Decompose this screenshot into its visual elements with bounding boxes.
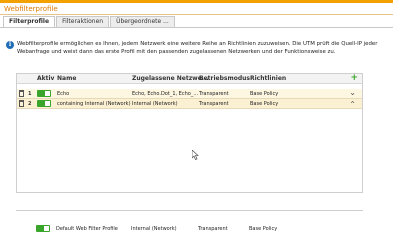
default-active-toggle[interactable] xyxy=(36,225,50,232)
table-header: Aktiv Name Zugelassene Netzwe... Betrieb… xyxy=(17,73,362,84)
table-row[interactable]: 1 Echo Echo, Echo.Dot_1, Echo_... Transp… xyxy=(17,88,362,99)
default-profile-row[interactable]: Default Web Filter Profile Internal (Net… xyxy=(16,224,363,234)
column-policies[interactable]: Richtlinien xyxy=(250,75,286,82)
info-icon: i xyxy=(6,41,14,49)
profile-mode: Transparent xyxy=(199,101,229,107)
profile-policy: Base Policy xyxy=(250,101,279,107)
delete-icon[interactable] xyxy=(19,100,24,107)
move-up-icon[interactable]: ⌃ xyxy=(349,100,356,109)
row-number: 1 xyxy=(28,91,32,97)
default-profile-name: Default Web Filter Profile xyxy=(56,226,118,232)
header-accent-bar xyxy=(0,0,393,3)
default-section-divider xyxy=(16,210,363,211)
mouse-pointer-icon xyxy=(192,150,199,160)
tabs-divider xyxy=(0,27,393,28)
profile-name: Echo xyxy=(57,91,70,97)
row-number: 2 xyxy=(28,101,32,107)
default-profile-networks: Internal (Network) xyxy=(131,226,177,232)
table-row[interactable]: 2 containing Internal (Network) Internal… xyxy=(17,99,362,109)
title-divider xyxy=(0,14,393,15)
info-description: Webfilterprofile ermöglichen es Ihnen, j… xyxy=(17,41,378,55)
add-profile-icon[interactable]: + xyxy=(350,73,358,83)
profile-networks: Internal (Network) xyxy=(132,101,178,107)
profile-mode: Transparent xyxy=(199,91,229,97)
default-profile-mode: Transparent xyxy=(198,226,228,232)
default-profile-policy: Base Policy xyxy=(249,226,278,232)
delete-icon[interactable] xyxy=(19,90,24,97)
page-title: Webfilterprofile xyxy=(4,5,58,13)
tab-filteraktionen[interactable]: Filteraktionen xyxy=(56,16,110,27)
tab-uebergeordnete[interactable]: Übergeordnete ... xyxy=(110,16,175,27)
column-networks[interactable]: Zugelassene Netzwe... xyxy=(132,75,209,82)
active-toggle[interactable] xyxy=(37,100,51,107)
profiles-table: Aktiv Name Zugelassene Netzwe... Betrieb… xyxy=(16,73,363,193)
profile-name: containing Internal (Network) xyxy=(57,101,131,107)
profile-networks: Echo, Echo.Dot_1, Echo_... xyxy=(132,91,199,97)
column-mode[interactable]: Betriebsmodus xyxy=(199,75,250,82)
move-down-icon[interactable]: ⌄ xyxy=(349,88,356,97)
active-toggle[interactable] xyxy=(37,90,51,97)
column-active[interactable]: Aktiv xyxy=(37,75,54,82)
profile-policy: Base Policy xyxy=(250,91,279,97)
column-name[interactable]: Name xyxy=(57,75,76,82)
